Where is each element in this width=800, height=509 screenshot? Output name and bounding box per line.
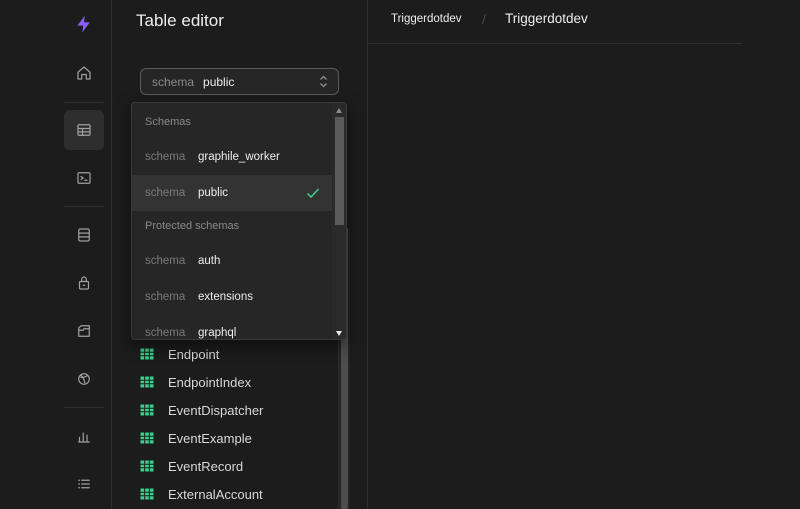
database-icon[interactable] <box>64 215 104 255</box>
table-name: Endpoint <box>168 346 220 362</box>
top-bar: Triggerdotdev / Triggerdotdev <box>368 0 742 44</box>
auth-lock-icon[interactable] <box>64 263 104 303</box>
option-key: schema <box>145 327 186 339</box>
rail-divider <box>64 102 104 103</box>
option-value: extensions <box>198 291 253 303</box>
storage-icon[interactable] <box>64 311 104 351</box>
schema-option-public[interactable]: schema public <box>132 175 334 211</box>
bolt-logo-icon[interactable] <box>64 4 104 44</box>
main-content: Triggerdotdev / Triggerdotdev <box>368 0 800 509</box>
option-key: schema <box>145 255 186 267</box>
table-row[interactable]: EndpointIndex <box>140 368 340 396</box>
table-row[interactable]: EventExample <box>140 424 340 452</box>
table-list: Endpoint EndpointIndex EventDispatcher E… <box>140 340 340 508</box>
app-window: Table editor schema public Endpoint Endp… <box>0 0 800 509</box>
table-editor-icon[interactable] <box>64 110 104 150</box>
scrollbar-thumb[interactable] <box>335 117 344 225</box>
panel-title: Table editor <box>136 11 224 30</box>
schema-select-key: schema <box>152 74 195 89</box>
scroll-down-arrow-icon[interactable] <box>336 331 342 336</box>
schema-select-value: public <box>203 74 235 89</box>
schema-dropdown-list: Schemas schema graphile_worker schema pu… <box>132 103 334 339</box>
dropdown-scrollbar[interactable] <box>332 103 346 339</box>
rail-divider <box>64 407 104 408</box>
table-icon <box>140 376 154 388</box>
check-icon <box>306 186 320 200</box>
table-name: ExternalAccount <box>168 486 263 502</box>
dropdown-group-protected: Protected schemas <box>145 220 240 232</box>
schema-option-extensions[interactable]: schema extensions <box>132 279 334 315</box>
table-name: EventDispatcher <box>168 402 264 418</box>
logs-icon[interactable] <box>64 464 104 504</box>
table-row[interactable]: Endpoint <box>140 340 340 368</box>
option-value: public <box>198 187 229 199</box>
option-value: graphile_worker <box>198 151 280 163</box>
rail-divider <box>64 206 104 207</box>
sql-editor-icon[interactable] <box>64 158 104 198</box>
reports-icon[interactable] <box>64 416 104 456</box>
schema-option-graphile-worker[interactable]: schema graphile_worker <box>132 139 334 175</box>
option-key: schema <box>145 187 186 199</box>
table-row[interactable]: EventRecord <box>140 452 340 480</box>
nav-rail <box>0 0 112 509</box>
breadcrumb-project[interactable]: Triggerdotdev <box>505 11 588 26</box>
realtime-icon[interactable] <box>64 359 104 399</box>
dropdown-group-schemas: Schemas <box>145 116 191 128</box>
table-row[interactable]: EventDispatcher <box>140 396 340 424</box>
option-key: schema <box>145 291 186 303</box>
table-icon <box>140 488 154 500</box>
table-name: EventExample <box>168 430 252 446</box>
scroll-up-arrow-icon[interactable] <box>336 108 342 113</box>
option-value: graphql <box>198 327 237 339</box>
chevron-up-down-icon <box>319 74 328 89</box>
table-icon <box>140 460 154 472</box>
table-icon <box>140 404 154 416</box>
option-value: auth <box>198 255 221 267</box>
table-row[interactable]: ExternalAccount <box>140 480 340 508</box>
home-icon[interactable] <box>64 53 104 93</box>
table-name: EndpointIndex <box>168 374 252 390</box>
breadcrumb-separator: / <box>482 11 486 27</box>
table-icon <box>140 432 154 444</box>
schema-option-auth[interactable]: schema auth <box>132 243 334 279</box>
schema-option-graphql[interactable]: schema graphql <box>132 315 334 339</box>
schema-dropdown: Schemas schema graphile_worker schema pu… <box>131 102 347 340</box>
table-icon <box>140 348 154 360</box>
schema-select[interactable]: schema public <box>140 68 339 95</box>
table-name: EventRecord <box>168 458 244 474</box>
breadcrumb-org[interactable]: Triggerdotdev <box>391 13 462 25</box>
option-key: schema <box>145 151 186 163</box>
